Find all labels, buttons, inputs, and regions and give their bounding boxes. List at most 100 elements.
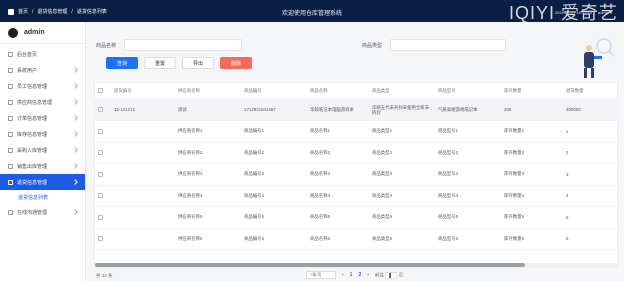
chevron-down-icon <box>72 209 78 215</box>
column-header[interactable]: 退货编号 <box>111 83 175 100</box>
user-menu[interactable]: admin ▾ <box>598 10 612 15</box>
table-cell: 商品编号3 <box>241 163 307 186</box>
table-cell: 库存数量6 <box>501 228 563 250</box>
page-button[interactable]: 1 <box>350 272 353 278</box>
table-cell: 供应商名称6 <box>175 228 241 250</box>
table-cell: 供应商名称5 <box>175 206 241 229</box>
horizontal-scrollbar[interactable] <box>95 263 617 267</box>
sidebar-item-stock[interactable]: 库存信息管理 <box>0 126 85 142</box>
scrollbar-thumb[interactable] <box>95 263 525 267</box>
reset-button[interactable]: 重置 <box>144 57 176 69</box>
table-cell <box>111 206 175 229</box>
table-cell: 商品类型3 <box>369 163 435 186</box>
goto-suffix: 页 <box>398 272 403 278</box>
table-cell: 商品型号5 <box>435 206 501 229</box>
chevron-down-icon <box>72 83 78 89</box>
truck-icon <box>8 99 13 105</box>
search-button[interactable]: 查询 <box>106 57 138 69</box>
sidebar-item-purchase[interactable]: 采购入库管理 <box>0 142 85 158</box>
table-cell: 商品名称2 <box>307 142 369 164</box>
username: admin <box>24 29 45 36</box>
table-row[interactable]: 供应商名称6 商品编号6 商品名称6 商品类型6 商品型号6 库存数量6 6 <box>95 228 619 250</box>
row-checkbox[interactable] <box>98 236 103 242</box>
table-cell: 商品名称1 <box>307 120 369 143</box>
sidebar-item-sales[interactable]: 销售出库管理 <box>0 158 85 174</box>
top-meta: 2024-04-17 15:52:19 admin ▾ <box>555 10 612 15</box>
table-cell: 2 <box>563 142 619 164</box>
goto-page: 前往 页 <box>375 271 403 279</box>
column-header[interactable]: 商品名称 <box>307 83 369 100</box>
table-cell: 商品编号1 <box>241 120 307 143</box>
table-cell: 商品类型5 <box>369 206 435 229</box>
column-header[interactable]: 商品编号 <box>241 83 307 100</box>
table-cell: 1712821541467 <box>241 99 307 121</box>
table-cell <box>111 228 175 250</box>
table-cell: 华硕五代未开封未使用全新未拆封 <box>369 99 435 121</box>
chevron-down-icon <box>72 115 78 121</box>
table-cell <box>111 185 175 207</box>
row-checkbox[interactable] <box>98 128 103 134</box>
table-cell: 供应商名称1 <box>175 120 241 143</box>
table-header-row: 退货编号 供应商名称 商品编号 商品名称 商品类型 商品型号 库存数量 退货数量 <box>95 83 619 100</box>
table-cell: 5 <box>563 206 619 229</box>
pager: 7条/页 ‹ 1 2 › 前往 页 <box>306 271 403 279</box>
sidebar-item-home[interactable]: 后台首页 <box>0 46 85 62</box>
brand-area: IQIYI 爱奇艺 2024-04-17 15:52:19 admin ▾ <box>509 0 618 22</box>
row-checkbox[interactable] <box>98 193 103 199</box>
sidebar-item-employees[interactable]: 员工信息管理 <box>0 78 85 94</box>
chevron-down-icon <box>72 99 78 105</box>
product-type-input[interactable] <box>390 39 507 51</box>
table-cell <box>111 120 175 143</box>
chat-icon <box>8 209 13 215</box>
table-cell: 200 <box>501 99 563 121</box>
table-row[interactable]: 供应商名称1 商品编号1 商品名称1 商品类型1 商品型号1 库存数量1 1 <box>95 120 619 143</box>
product-type-label: 商品类型 <box>362 42 383 49</box>
sidebar-subitem-return-list[interactable]: 退货信息列表 <box>0 190 85 204</box>
table-cell: 商品编号4 <box>241 185 307 207</box>
box-icon <box>8 131 13 137</box>
table-cell: 3 <box>563 163 619 186</box>
goto-page-input[interactable] <box>385 271 398 279</box>
column-header[interactable]: 供应商名称 <box>175 83 241 100</box>
page-size-select[interactable]: 7条/页 <box>306 271 336 279</box>
table-row[interactable]: 12-121212 测试 1712821541467 华硕笔记本电脑游戏本 华硕… <box>95 99 619 121</box>
table-cell: 供应商名称4 <box>175 185 241 207</box>
table-cell: 商品编号6 <box>241 228 307 250</box>
column-header[interactable]: 退货数量 <box>563 83 619 100</box>
delete-button[interactable]: 删除 <box>220 57 252 69</box>
sidebar-item-returns[interactable]: 退货信息管理 <box>0 174 85 190</box>
table-row[interactable]: 供应商名称4 商品编号4 商品名称4 商品类型4 商品型号4 库存数量4 4 <box>95 185 619 207</box>
table-cell: 商品类型4 <box>369 185 435 207</box>
sidebar-item-orders[interactable]: 订单信息管理 <box>0 110 85 126</box>
next-page-button[interactable]: › <box>367 272 369 278</box>
table-cell: 气质高端游戏笔记本 <box>435 99 501 121</box>
select-all-checkbox[interactable] <box>98 88 103 94</box>
table-cell: 商品名称3 <box>307 163 369 186</box>
sidebar-item-suppliers[interactable]: 供应商信息管理 <box>0 94 85 110</box>
table-row[interactable]: 供应商名称2 商品编号2 商品名称2 商品类型2 商品型号2 库存数量2 2 <box>95 142 619 164</box>
top-bar: 首页 / 退货信息管理 / 退货信息列表 欢迎使用仓库管理系统 IQIYI 爱奇… <box>0 0 624 22</box>
sidebar-item-chat[interactable]: 在线沟通管理 <box>0 204 85 220</box>
table-row[interactable]: 供应商名称5 商品编号5 商品名称5 商品类型5 商品型号5 库存数量5 5 <box>95 206 619 229</box>
export-button[interactable]: 导出 <box>182 57 214 69</box>
column-header[interactable]: 商品型号 <box>435 83 501 100</box>
sidebar-item-users[interactable]: 系统用户 <box>0 62 85 78</box>
table-cell: 商品编号5 <box>241 206 307 229</box>
row-checkbox[interactable] <box>98 214 103 220</box>
column-header[interactable]: 库存数量 <box>501 83 563 100</box>
prev-page-button[interactable]: ‹ <box>342 272 344 278</box>
row-checkbox[interactable] <box>98 107 103 113</box>
table-row[interactable]: 供应商名称3 商品编号3 商品名称3 商品类型3 商品型号3 库存数量3 3 <box>95 163 619 186</box>
table-cell: 华硕笔记本电脑游戏本 <box>307 99 369 121</box>
row-checkbox[interactable] <box>98 150 103 156</box>
page-button-current[interactable]: 2 <box>358 272 361 278</box>
column-header[interactable]: 商品类型 <box>369 83 435 100</box>
chevron-down-icon <box>72 131 78 137</box>
chevron-down-icon <box>72 163 78 169</box>
table-cell: 库存数量5 <box>501 206 563 229</box>
product-name-input[interactable] <box>124 39 243 51</box>
table-cell: 商品型号2 <box>435 142 501 164</box>
table-cell: 库存数量2 <box>501 142 563 164</box>
table-cell: 300000 <box>563 99 619 121</box>
row-checkbox[interactable] <box>98 171 103 177</box>
